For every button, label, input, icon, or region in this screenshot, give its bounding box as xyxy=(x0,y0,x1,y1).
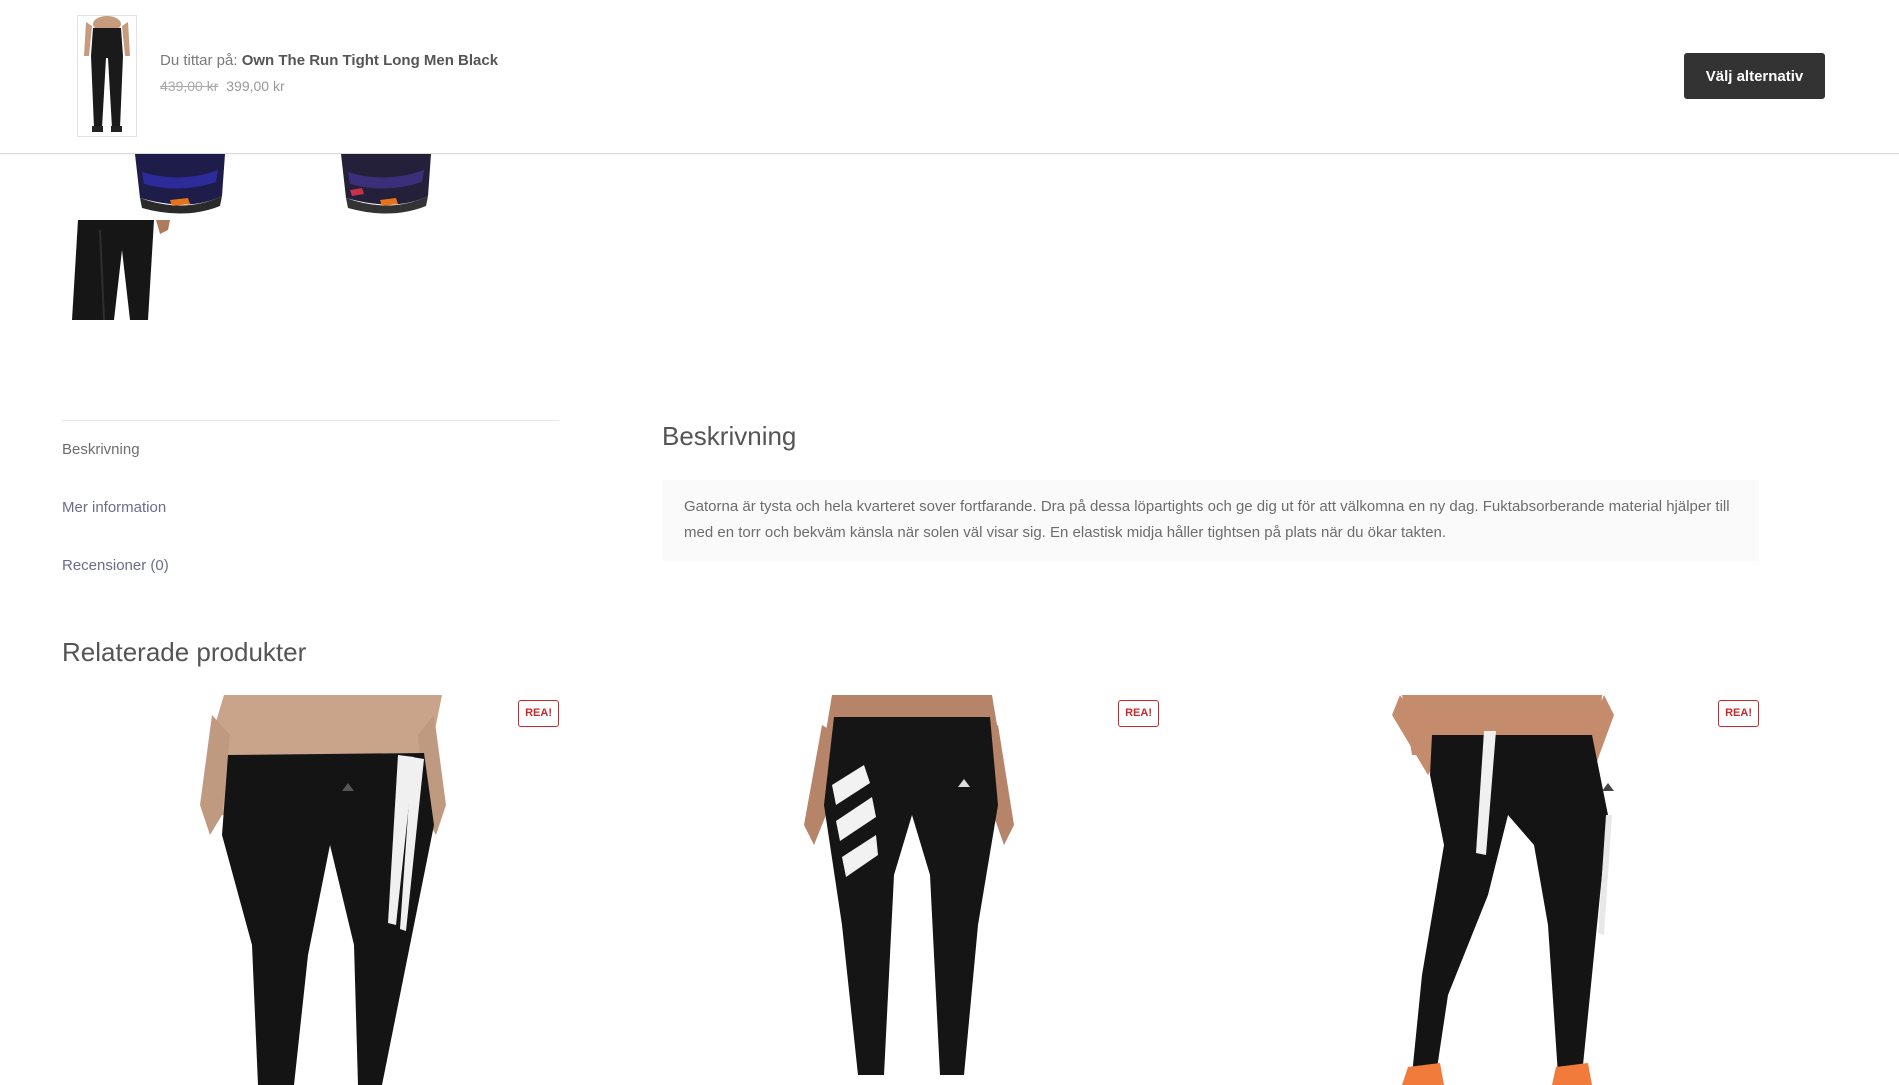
related-product-card[interactable]: REA! xyxy=(662,695,1159,1085)
shoe-image xyxy=(341,154,431,214)
product-gallery-thumbnails xyxy=(60,154,480,324)
old-price: 439,00 kr xyxy=(160,78,219,94)
tab-more-information[interactable]: Mer information xyxy=(62,479,559,537)
tab-reviews[interactable]: Recensioner (0) xyxy=(62,537,559,595)
gallery-thumbnail-tights[interactable] xyxy=(70,220,174,320)
sticky-price: 439,00 kr 399,00 kr xyxy=(160,78,498,94)
sticky-product-name: Own The Run Tight Long Men Black xyxy=(241,52,499,69)
sale-badge: REA! xyxy=(1118,700,1159,727)
product-image xyxy=(200,695,446,1085)
description-text: Gatorna är tysta och hela kvarteret sove… xyxy=(662,480,1759,561)
related-product-card[interactable]: REA! xyxy=(1262,695,1759,1085)
product-image xyxy=(1392,695,1614,1085)
tights-image xyxy=(72,220,170,320)
related-products-heading: Relaterade produkter xyxy=(62,637,307,667)
sticky-add-to-cart-bar: Du tittar på: Own The Run Tight Long Men… xyxy=(0,0,1899,154)
shoe-image xyxy=(135,154,225,214)
description-heading: Beskrivning xyxy=(662,421,797,451)
sale-price: 399,00 kr xyxy=(226,78,285,94)
product-tabs: Beskrivning Mer information Recensioner … xyxy=(62,420,559,595)
product-image xyxy=(804,695,1014,1075)
tab-description[interactable]: Beskrivning xyxy=(62,421,559,479)
sale-badge: REA! xyxy=(1718,700,1759,727)
viewing-label: Du tittar på: xyxy=(160,52,242,69)
gallery-thumbnail-shoe-2[interactable] xyxy=(336,154,436,220)
tights-image xyxy=(78,16,136,136)
related-product-card[interactable]: REA! xyxy=(62,695,559,1085)
select-options-button[interactable]: Välj alternativ xyxy=(1684,53,1825,99)
sticky-product-thumbnail[interactable] xyxy=(77,15,137,137)
sale-badge: REA! xyxy=(518,700,559,727)
gallery-thumbnail-shoe-1[interactable] xyxy=(130,154,230,220)
